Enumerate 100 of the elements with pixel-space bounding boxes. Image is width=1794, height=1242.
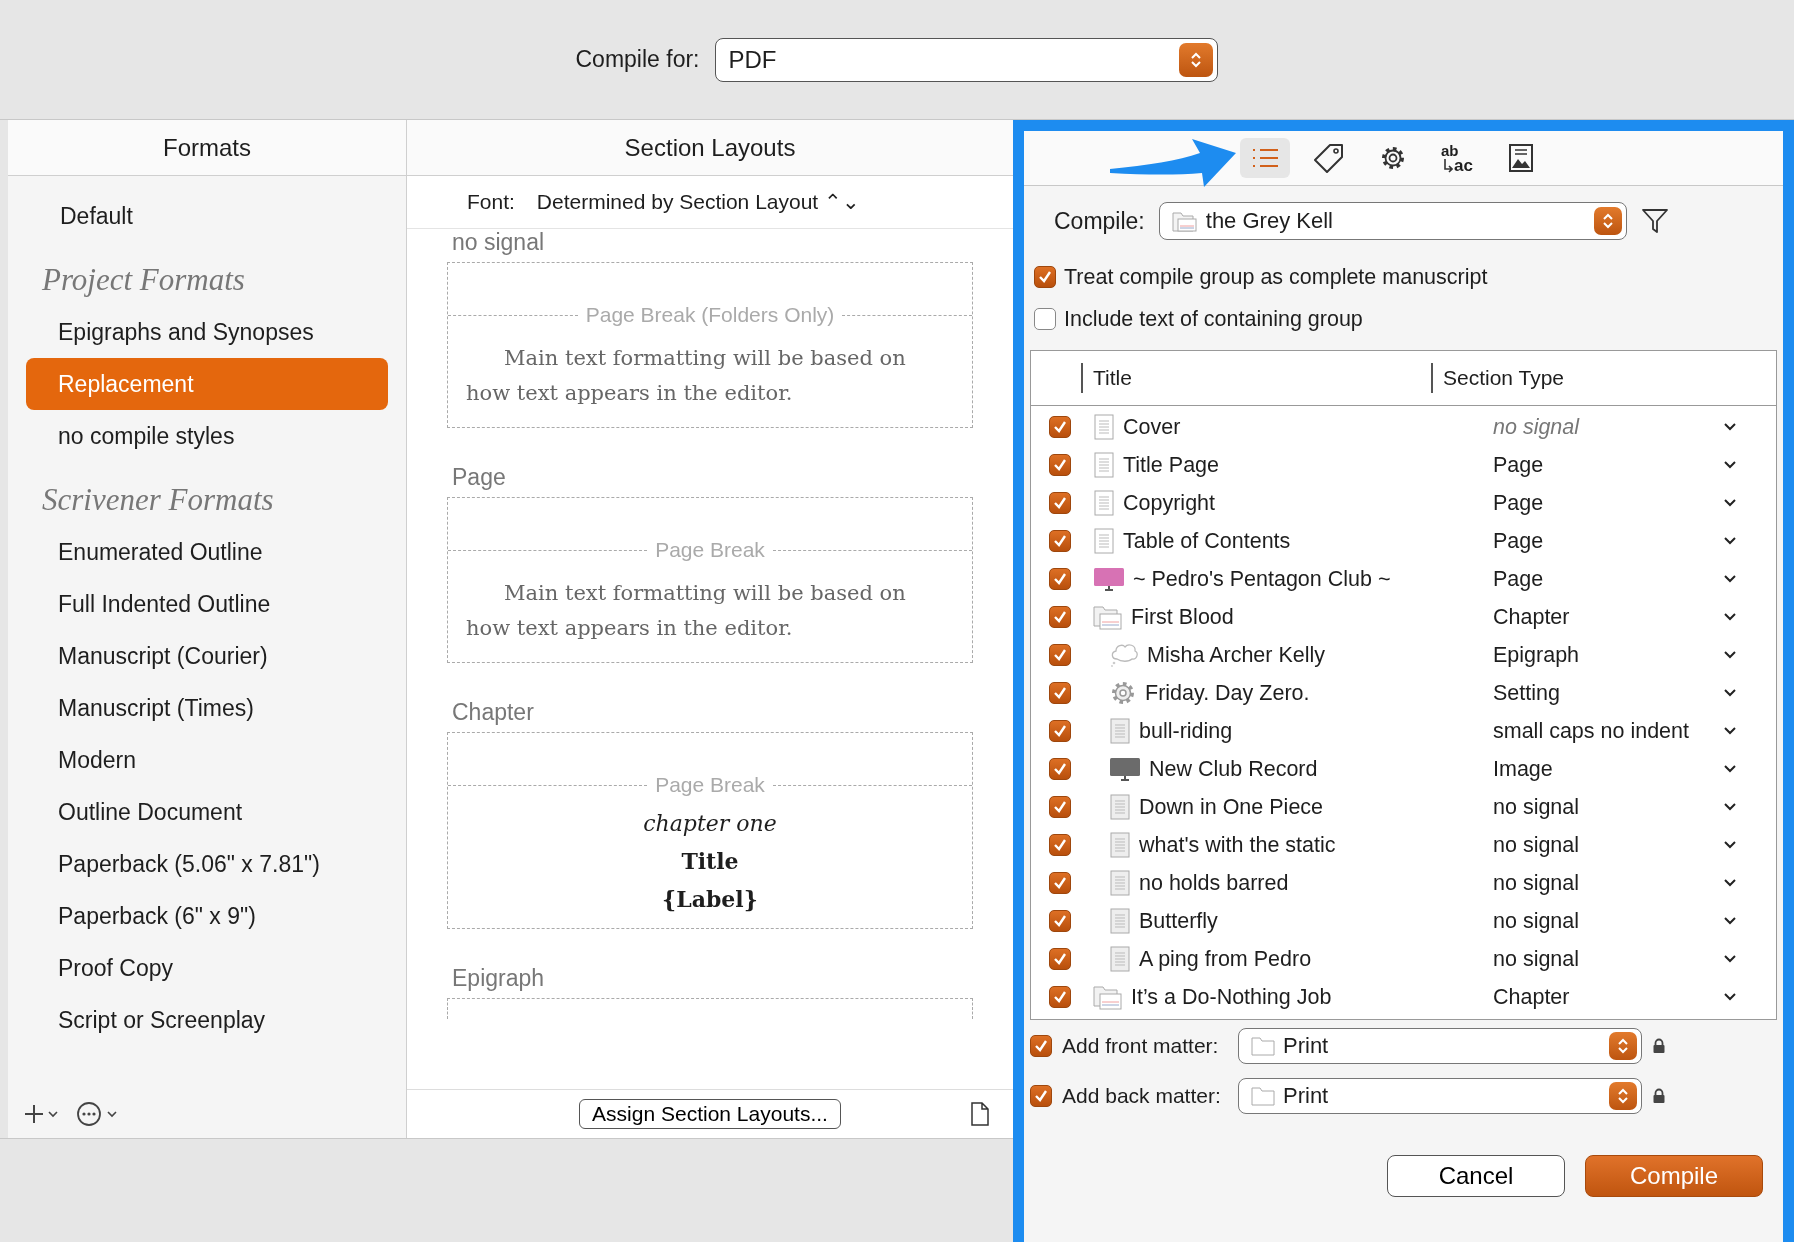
row-checkbox[interactable] [1049,872,1071,894]
row-checkbox[interactable] [1049,454,1071,476]
row-title: ~ Pedro's Pentagon Club ~ [1133,566,1391,592]
chevron-icon [1723,992,1737,1002]
format-item[interactable]: Manuscript (Courier) [26,630,388,682]
row-checkbox[interactable] [1049,682,1071,704]
lock-icon[interactable] [1652,1038,1666,1054]
matter-select[interactable]: Print [1238,1028,1642,1064]
row-checkbox[interactable] [1049,416,1071,438]
chevron-icon [1723,726,1737,736]
layout-name: Epigraph [451,965,546,993]
checkmark-icon [1052,723,1068,739]
row-checkbox[interactable] [1049,568,1071,590]
row-checkbox[interactable] [1049,796,1071,818]
chevron-icon [1723,612,1737,622]
replace-from-text: ab [1441,143,1460,158]
row-checkbox[interactable] [1049,758,1071,780]
row-title: Copyright [1123,490,1215,516]
layout-preview[interactable]: Page Break chapter one Title {Label} [447,732,973,929]
section-type-select[interactable]: Epigraph [1493,642,1737,668]
row-title: bull-riding [1139,718,1233,744]
format-item[interactable]: Epigraphs and Synopses [26,306,388,358]
compile-for-select[interactable]: PDF [715,37,1219,82]
section-type-select[interactable]: Page [1493,528,1737,554]
section-type-select[interactable]: no signal [1493,414,1737,440]
format-item[interactable]: Enumerated Outline [26,526,388,578]
format-group-heading: Project Formats [41,261,246,299]
row-checkbox[interactable] [1049,530,1071,552]
format-item[interactable]: Modern [26,734,388,786]
matter-checkbox[interactable] [1030,1035,1052,1057]
chevron-icon [1723,802,1737,812]
row-checkbox[interactable] [1049,606,1071,628]
format-item[interactable]: Default [26,190,388,242]
column-header[interactable]: Title [1081,363,1431,393]
section-type-select[interactable]: Page [1493,566,1737,592]
matter-checkbox[interactable] [1030,1085,1052,1107]
option-checkbox[interactable]: Include text of containing group [1024,298,1363,340]
section-type-select[interactable]: small caps no indent [1493,718,1737,744]
checkmark-icon [1052,875,1068,891]
format-item[interactable]: Manuscript (Times) [26,682,388,734]
folder-icon [1093,984,1123,1010]
filter-icon[interactable] [1640,208,1669,234]
layout-preview[interactable]: Page Break Main text formatting will be based on how text appears in the editor. [447,497,973,663]
row-checkbox[interactable] [1049,720,1071,742]
section-type-select[interactable]: Page [1493,452,1737,478]
section-type-select[interactable]: no signal [1493,870,1737,896]
format-item[interactable]: no compile styles [26,410,388,462]
page-break-label: Page Break [655,538,765,562]
format-item[interactable]: Paperback (6" x 9") [26,890,388,942]
assign-section-layouts-button[interactable]: Assign Section Layouts... [579,1099,841,1129]
section-type-select[interactable]: Chapter [1493,604,1737,630]
checkmark-icon [1052,761,1068,777]
row-checkbox[interactable] [1049,644,1071,666]
column-header[interactable]: Section Type [1431,363,1643,393]
row-checkbox[interactable] [1049,834,1071,856]
section-type-select[interactable]: Chapter [1493,984,1737,1010]
checkmark-icon [1052,913,1068,929]
font-select[interactable]: Determined by Section Layout ⌃⌄ [536,190,861,214]
section-type-select[interactable]: no signal [1493,946,1737,972]
option-checkbox[interactable]: Treat compile group as complete manuscript [1024,256,1488,298]
checkmark-icon [1052,533,1068,549]
chevron-icon [1723,764,1737,774]
chevron-icon [1723,422,1737,432]
row-checkbox[interactable] [1049,492,1071,514]
row-title: Cover [1123,414,1181,440]
document-icon [1109,946,1131,972]
format-item[interactable]: Paperback (5.06" x 7.81") [26,838,388,890]
compile-group-select[interactable]: the Grey Kell [1158,202,1627,240]
folder-icon [1171,210,1198,232]
checkmark-icon [1052,799,1068,815]
section-type-select[interactable]: Setting [1493,680,1737,706]
layout-name: no signal [451,229,546,257]
format-item[interactable]: Proof Copy [26,942,388,994]
section-type-select[interactable]: no signal [1493,832,1737,858]
document-icon[interactable] [971,1102,989,1126]
preview-heading: {Label} [662,886,758,912]
matter-label: Add back matter: [1062,1084,1222,1108]
layout-preview[interactable]: Page Break (Folders Only) Main text formatting will be based on how text appears in the editor. [447,262,973,428]
section-type-select[interactable]: Image [1493,756,1737,782]
section-type-select[interactable]: no signal [1493,908,1737,934]
format-item[interactable]: Full Indented Outline [26,578,388,630]
row-checkbox[interactable] [1049,910,1071,932]
row-checkbox[interactable] [1049,986,1071,1008]
compile-button[interactable]: Compile [1585,1155,1763,1197]
matter-select[interactable]: Print [1238,1078,1642,1114]
lock-icon[interactable] [1652,1088,1666,1104]
more-menu-icon[interactable] [76,1101,120,1127]
format-item[interactable]: Outline Document [26,786,388,838]
format-item[interactable]: Script or Screenplay [26,994,388,1046]
section-type-select[interactable]: no signal [1493,794,1737,820]
folder-icon [1093,604,1123,630]
row-title: Title Page [1123,452,1219,478]
section-type-select[interactable]: Page [1493,490,1737,516]
cancel-button[interactable]: Cancel [1387,1155,1565,1197]
toolbar-tab[interactable]: ab ac [1432,138,1482,178]
row-checkbox[interactable] [1049,948,1071,970]
chevron-icon [1723,688,1737,698]
chevron-icon [1723,878,1737,888]
format-group-heading: Scrivener Formats [41,481,275,519]
chevron-icon [1723,916,1737,926]
